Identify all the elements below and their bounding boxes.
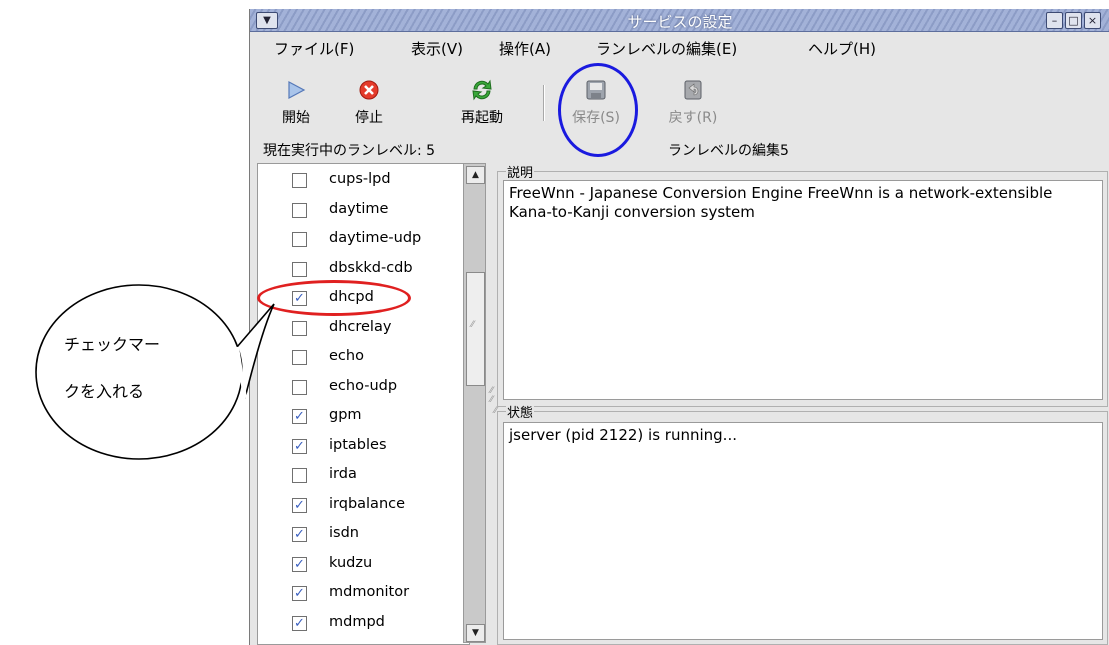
callout-bubble xyxy=(35,284,275,460)
callout-text-line1: チェックマー xyxy=(64,335,161,354)
callout-text-line2: クを入れる xyxy=(64,382,145,401)
